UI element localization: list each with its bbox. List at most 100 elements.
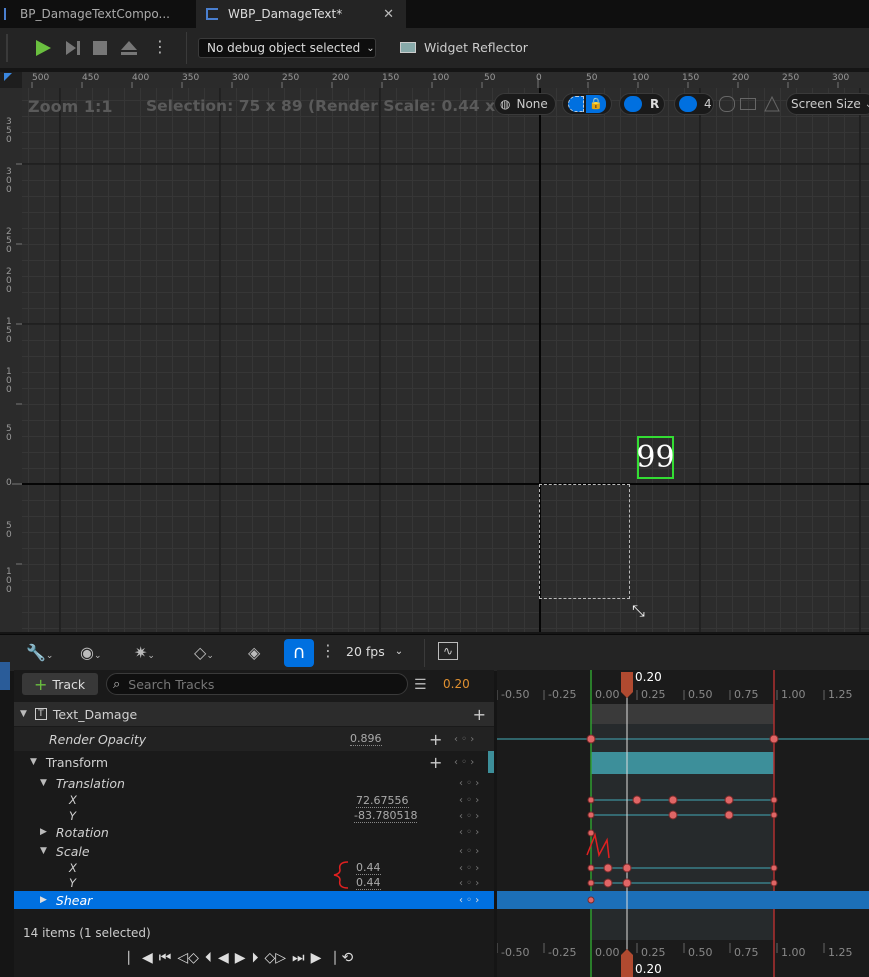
cursor-icon[interactable] (719, 96, 735, 112)
scale-x-value[interactable]: 0.44 (356, 862, 381, 875)
expand-arrow-icon: ▶ (40, 895, 47, 905)
more-options-icon[interactable]: ⋮ (320, 641, 336, 660)
previous-frame-icon[interactable]: ⏴ (205, 950, 212, 966)
track-scale[interactable]: ▼ Scale ‹ ◦ › (14, 842, 494, 860)
track-translation-x[interactable]: X ‹ ◦ › (14, 792, 494, 808)
key-nav-icon[interactable]: ‹ ◦ › (459, 863, 479, 874)
key-nav-icon[interactable]: ‹ ◦ › (459, 811, 479, 822)
timeline-tick: 0.25 (641, 946, 666, 959)
play-icon[interactable] (34, 39, 52, 57)
image-icon[interactable] (740, 98, 756, 110)
track-text-damage[interactable]: ▼ T Text_Damage + (14, 702, 494, 726)
go-to-end-icon[interactable]: ▶⎹ (311, 950, 336, 966)
triangle-icon[interactable] (764, 96, 780, 112)
screen-size-dropdown[interactable]: Screen Size ⌄ (786, 93, 869, 115)
step-icon[interactable] (64, 40, 82, 56)
eye-icon[interactable]: ◉⌄ (80, 643, 102, 662)
editor-toolbar: ⋮ No debug object selected ⌄ Widget Refl… (0, 28, 869, 68)
playhead-time-top[interactable]: 0.20 (635, 670, 662, 684)
add-icon[interactable]: + (473, 705, 486, 724)
track-label: Shear (55, 892, 93, 908)
stop-icon[interactable] (93, 41, 107, 55)
designer-canvas[interactable]: Zoom 1:1 Selection: 75 x 89 (Render Scal… (22, 88, 869, 632)
play-reverse-icon[interactable]: ◀ (218, 950, 229, 966)
key-nav-icon[interactable]: ‹ ◦ › (459, 846, 479, 857)
loop-icon[interactable]: ⟲ (341, 950, 353, 966)
key-nav-icon[interactable]: ‹ ◦ › (459, 878, 479, 889)
ruler-tick: 100 (632, 73, 650, 83)
timeline-tick: 0.50 (688, 946, 713, 959)
track-shear[interactable]: ▶ Shear ‹ ◦ › (14, 891, 494, 909)
ruler-tick: 150 (382, 73, 400, 83)
eject-icon[interactable] (120, 40, 138, 56)
close-icon[interactable]: ✕ (383, 7, 394, 22)
key-diamond-icon[interactable]: ◇⌄ (194, 643, 214, 662)
tab-wbp-damage-text[interactable]: WBP_DamageText* ✕ (196, 0, 406, 28)
track-translation[interactable]: ▼ Translation ‹ ◦ › (14, 774, 494, 792)
step-back-icon[interactable]: ◁◇ (177, 950, 199, 966)
timeline-panel[interactable]: -0.50 -0.25 0.00 0.25 0.50 0.75 1.00 1.2… (497, 670, 869, 977)
lock-icon[interactable]: 🔒 (586, 95, 606, 113)
damage-text-widget[interactable]: 99 (636, 436, 675, 479)
divider (186, 32, 187, 64)
add-key-icon[interactable]: + (429, 730, 442, 749)
auto-key-icon[interactable]: ◈ (248, 643, 260, 662)
none-label: None (516, 97, 548, 111)
key-nav-icon[interactable]: ‹ ◦ › (459, 827, 479, 838)
respect-locks-toggle[interactable]: R (619, 93, 665, 115)
render-opacity-value[interactable]: 0.896 (350, 733, 382, 746)
track-transform[interactable]: ▼ Transform + ‹ ◦ › (14, 751, 494, 773)
panel-tab[interactable] (0, 662, 10, 690)
snap-magnet-icon[interactable]: ∩ (284, 639, 314, 667)
collapse-arrow-icon: ▼ (40, 846, 47, 856)
add-track-button[interactable]: + Track (22, 673, 98, 695)
more-options-icon[interactable]: ⋮ (152, 38, 168, 56)
collapse-arrow-icon: ▼ (30, 757, 37, 767)
screen-size-label: Screen Size (791, 97, 861, 111)
curve-editor-icon[interactable]: ∿ (438, 642, 458, 660)
key-nav-icon[interactable]: ‹ ◦ › (454, 734, 474, 745)
resize-icon[interactable]: ⤡ (632, 601, 645, 621)
tab-bp-damage-text-component[interactable]: BP_DamageTextCompo... (0, 0, 200, 28)
widget-reflector-button[interactable]: Widget Reflector (400, 40, 528, 55)
step-forward-icon[interactable]: ◇▷ (265, 950, 287, 966)
key-nav-icon[interactable]: ‹ ◦ › (454, 757, 474, 768)
selection-outline[interactable] (539, 484, 630, 599)
next-frame-icon[interactable]: ⏵ (252, 950, 259, 966)
fps-dropdown[interactable]: 20 fps ⌄ (346, 644, 403, 659)
search-icon: ⌕ (113, 676, 121, 692)
divider (424, 639, 425, 667)
grid-value: 4 (704, 97, 712, 111)
track-rotation[interactable]: ▶ Rotation ‹ ◦ › (14, 823, 494, 841)
add-key-icon[interactable]: + (429, 753, 442, 772)
track-render-opacity[interactable]: Render Opacity + ‹ ◦ › (14, 727, 494, 751)
current-time[interactable]: 0.20 (443, 677, 470, 691)
key-nav-icon[interactable]: ‹ ◦ › (459, 795, 479, 806)
next-key-icon[interactable]: ⏭ (292, 950, 305, 966)
debug-object-select[interactable]: No debug object selected ⌄ (198, 38, 376, 58)
go-to-start-icon[interactable]: ⎸◀ (128, 950, 153, 966)
dashed-outline-toggle[interactable]: 🔒 (562, 93, 612, 115)
translation-x-value[interactable]: 72.67556 (356, 795, 409, 808)
timeline-tick: -0.50 (501, 688, 530, 701)
filter-icon[interactable]: ☰ (414, 677, 427, 693)
collapse-arrow-icon: ▼ (40, 778, 47, 788)
play-icon[interactable]: ▶ (235, 950, 246, 966)
grid-snap-toggle[interactable]: 4 (674, 93, 714, 115)
playhead-time-bottom[interactable]: 0.20 (635, 962, 662, 976)
previous-key-icon[interactable]: ⏮ (159, 950, 172, 966)
key-nav-icon[interactable]: ‹ ◦ › (459, 778, 479, 789)
key-nav-icon[interactable]: ‹ ◦ › (459, 895, 479, 906)
track-scale-x[interactable]: X ‹ ◦ › (14, 860, 494, 876)
translation-y-value[interactable]: -83.780518 (354, 810, 418, 823)
timeline-graphics (497, 670, 869, 977)
wrench-icon[interactable]: 🔧⌄ (26, 643, 53, 662)
track-label: Render Opacity (49, 731, 147, 747)
track-translation-y[interactable]: Y ‹ ◦ › (14, 808, 494, 824)
track-scale-y[interactable]: Y ‹ ◦ › (14, 875, 494, 891)
playback-options-icon[interactable]: ✷⌄ (134, 643, 155, 662)
scale-y-value[interactable]: 0.44 (356, 877, 381, 890)
track-label: Rotation (55, 824, 109, 840)
localization-preview-toggle[interactable]: ◍ None (494, 93, 556, 115)
search-tracks-input[interactable]: ⌕ Search Tracks (106, 673, 408, 695)
